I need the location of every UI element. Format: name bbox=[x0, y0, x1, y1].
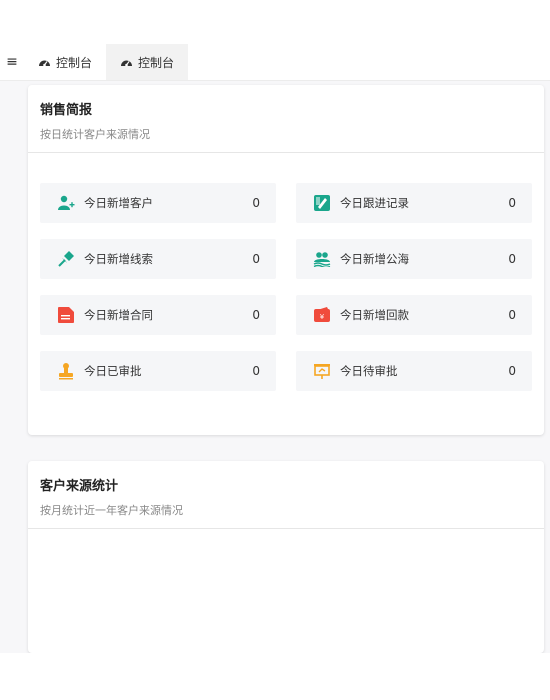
stat-new-payments[interactable]: ¥ 今日新增回款 0 bbox=[296, 295, 532, 335]
stat-label: 今日新增客户 bbox=[84, 196, 153, 210]
public-pool-icon bbox=[312, 249, 332, 269]
bottom-blank-area bbox=[0, 653, 550, 700]
card-title: 客户来源统计 bbox=[40, 479, 119, 494]
stat-new-customers[interactable]: 今日新增客户 0 bbox=[40, 183, 276, 223]
wallet-icon: ¥ bbox=[312, 305, 332, 325]
card-subtitle: 按日统计客户来源情况 bbox=[40, 128, 150, 141]
stat-follow-records[interactable]: 今日跟进记录 0 bbox=[296, 183, 532, 223]
follow-record-icon bbox=[312, 193, 332, 213]
top-blank-area bbox=[0, 0, 550, 44]
stat-value: 0 bbox=[252, 196, 260, 210]
stat-label: 今日跟进记录 bbox=[340, 196, 409, 210]
menu-toggle-icon[interactable]: ≡ bbox=[0, 44, 24, 80]
stat-value: 0 bbox=[508, 196, 516, 210]
stat-new-leads[interactable]: 今日新增线索 0 bbox=[40, 239, 276, 279]
customer-source-card: 客户来源统计 按月统计近一年客户来源情况 bbox=[28, 461, 544, 653]
tab-dashboard-2[interactable]: 控制台 bbox=[106, 44, 189, 80]
tab-label: 控制台 bbox=[138, 55, 175, 70]
sales-brief-card: 销售简报 按日统计客户来源情况 今日新增客户 0 今日跟进记录 0 今日新增线索… bbox=[28, 85, 544, 435]
add-customer-icon bbox=[56, 193, 76, 213]
pin-lead-icon bbox=[56, 249, 76, 269]
dashboard-icon bbox=[120, 57, 133, 68]
stat-label: 今日新增公海 bbox=[340, 252, 409, 266]
stat-value: 0 bbox=[252, 364, 260, 378]
dashboard-icon bbox=[38, 57, 51, 68]
stat-label: 今日新增线索 bbox=[84, 252, 153, 266]
tab-dashboard-1[interactable]: 控制台 bbox=[24, 44, 106, 80]
stat-value: 0 bbox=[508, 364, 516, 378]
stat-pending-approval[interactable]: 今日待审批 0 bbox=[296, 351, 532, 391]
contract-icon bbox=[56, 305, 76, 325]
stat-approved[interactable]: 今日已审批 0 bbox=[40, 351, 276, 391]
stat-label: 今日待审批 bbox=[340, 364, 398, 378]
chart-area bbox=[28, 529, 544, 649]
presentation-icon bbox=[312, 361, 332, 381]
card-title: 销售简报 bbox=[40, 103, 93, 118]
stat-label: 今日已审批 bbox=[84, 364, 142, 378]
stat-label: 今日新增回款 bbox=[340, 308, 409, 322]
stat-value: 0 bbox=[508, 308, 516, 322]
tab-bar: ≡ 控制台 控制台 bbox=[0, 44, 550, 81]
stamp-icon bbox=[56, 361, 76, 381]
main-content: 销售简报 按日统计客户来源情况 今日新增客户 0 今日跟进记录 0 今日新增线索… bbox=[0, 81, 550, 653]
stat-label: 今日新增合同 bbox=[84, 308, 153, 322]
stat-value: 0 bbox=[252, 252, 260, 266]
svg-text:¥: ¥ bbox=[320, 313, 325, 321]
card-header: 客户来源统计 按月统计近一年客户来源情况 bbox=[28, 461, 544, 529]
tab-label: 控制台 bbox=[56, 55, 93, 70]
stat-new-contracts[interactable]: 今日新增合同 0 bbox=[40, 295, 276, 335]
stat-new-public-pool[interactable]: 今日新增公海 0 bbox=[296, 239, 532, 279]
card-subtitle: 按月统计近一年客户来源情况 bbox=[40, 504, 183, 517]
stat-value: 0 bbox=[252, 308, 260, 322]
stat-value: 0 bbox=[508, 252, 516, 266]
card-header: 销售简报 按日统计客户来源情况 bbox=[28, 85, 544, 153]
